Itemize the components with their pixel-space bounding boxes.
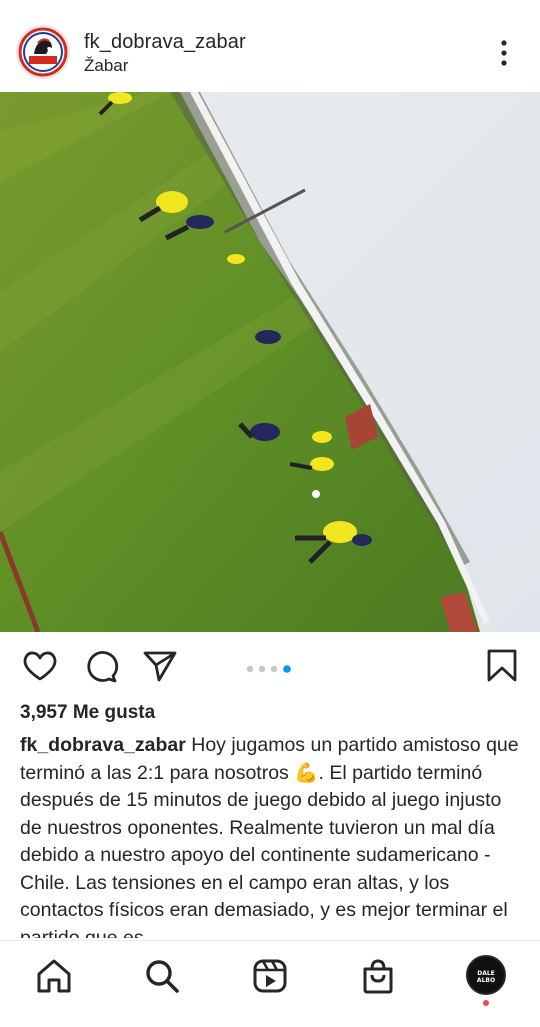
shop-icon[interactable] (358, 956, 398, 996)
more-options-icon[interactable] (494, 38, 514, 70)
notification-dot (483, 1000, 489, 1006)
post-header: fk_dobrava_zabar Žabar (0, 0, 540, 92)
caption-text: Hoy jugamos un partido amistoso que term… (20, 734, 519, 938)
profile-avatar-label: DALE ALBO (476, 970, 496, 984)
post-location[interactable]: Žabar (84, 56, 128, 76)
profile-avatar[interactable]: DALE ALBO (466, 955, 506, 995)
search-icon[interactable] (142, 956, 182, 996)
club-crest-icon (18, 27, 68, 77)
carousel-indicator (246, 660, 300, 673)
account-avatar[interactable] (16, 25, 70, 79)
send-icon[interactable] (140, 646, 180, 686)
post-caption: fk_dobrava_zabar Hoy jugamos un partido … (20, 732, 525, 938)
bookmark-icon[interactable] (482, 646, 522, 686)
comment-icon[interactable] (80, 646, 120, 686)
account-username[interactable]: fk_dobrava_zabar (84, 31, 246, 54)
home-icon[interactable] (34, 956, 74, 996)
heart-icon[interactable] (20, 646, 60, 686)
caption-username[interactable]: fk_dobrava_zabar (20, 734, 186, 756)
likes-count[interactable]: 3,957 Me gusta (20, 702, 155, 724)
post-photo[interactable] (0, 92, 540, 632)
reels-icon[interactable] (250, 956, 290, 996)
